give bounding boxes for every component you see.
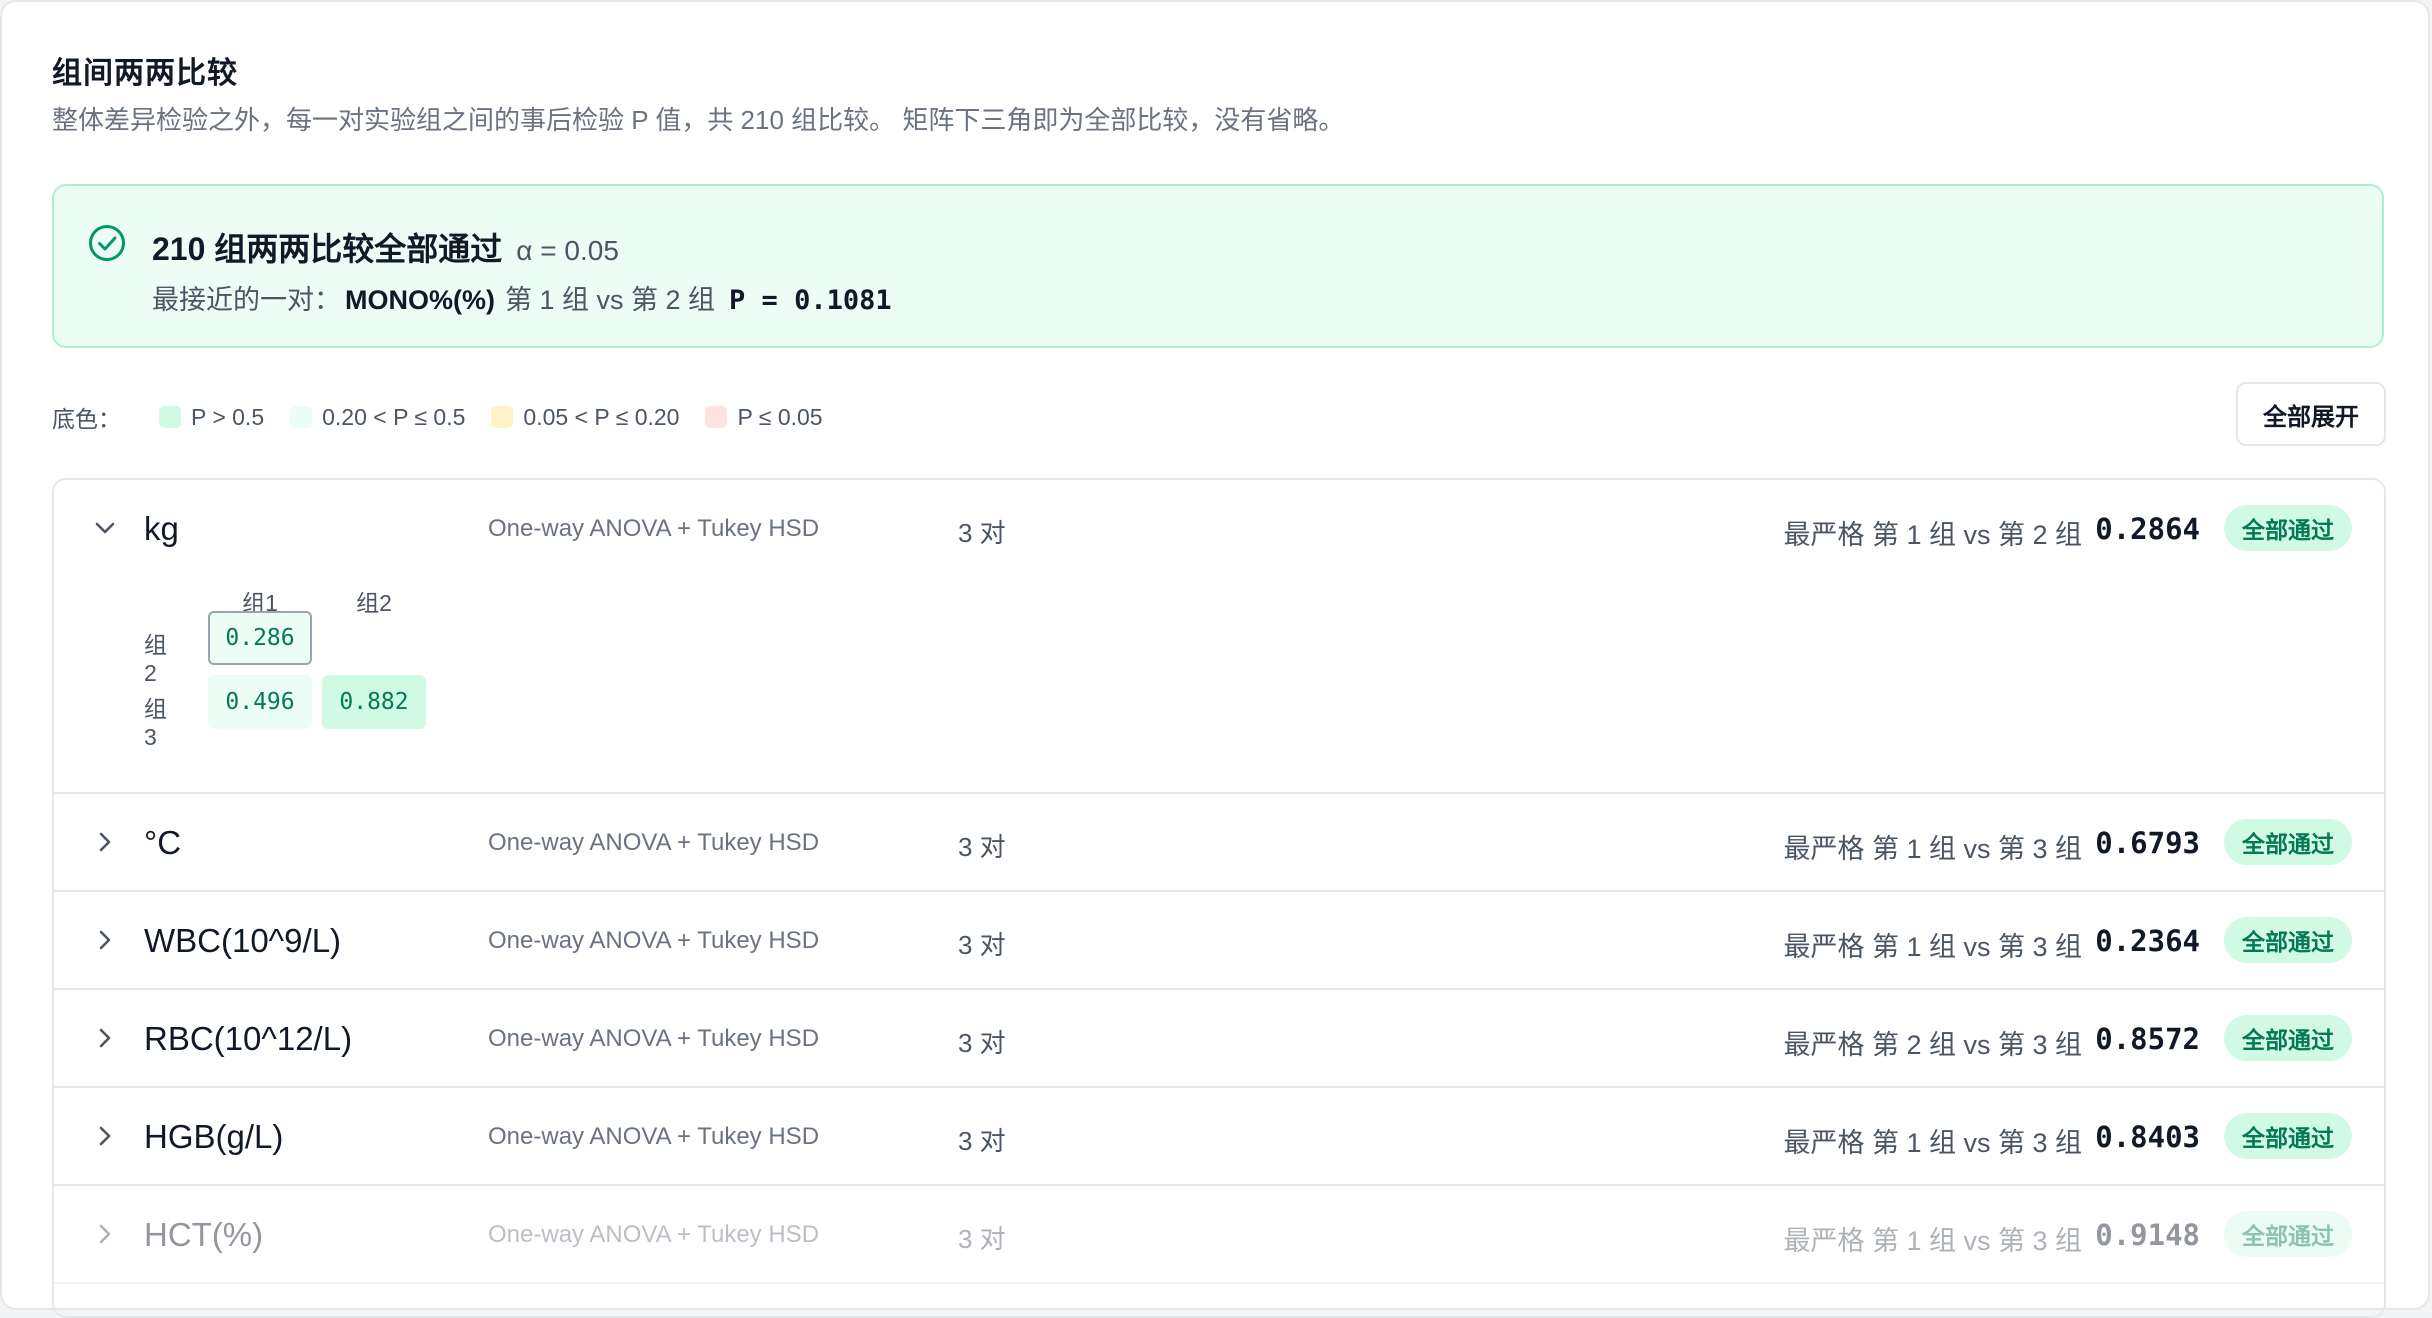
min-p-value: 0.6793 [2095, 826, 2200, 860]
strictest-pair: 最严格 第 2 组 vs 第 3 组 [1783, 1030, 2082, 1060]
status-badge: 全部通过 [2224, 917, 2352, 963]
test-method: One-way ANOVA + Tukey HSD [488, 1123, 820, 1150]
section-title: 组间两两比较 [52, 57, 238, 90]
min-p-value: 0.9148 [2095, 1218, 2200, 1252]
chevron-right-icon[interactable] [90, 1121, 120, 1151]
matrix-row-header: 组3 [144, 696, 167, 750]
matrix-col-header: 组2 [356, 590, 392, 616]
closest-metric: MONO%(%) [345, 285, 495, 315]
status-badge: 全部通过 [2224, 1211, 2352, 1257]
legend-item: 0.20 < P ≤ 0.5 [290, 404, 465, 431]
pair-count: 3 对 [958, 518, 1006, 548]
metric-name: HGB(g/L) [144, 1118, 284, 1155]
metric-row-kg: kg One-way ANOVA + Tukey HSD 3 对 最严格 第 1… [54, 480, 2384, 794]
legend-swatch [159, 406, 181, 428]
metric-row: °C One-way ANOVA + Tukey HSD 3 对 最严格 第 1… [54, 794, 2384, 892]
chevron-down-icon[interactable] [90, 513, 120, 543]
legend-text: 0.05 < P ≤ 0.20 [523, 403, 680, 430]
test-method: One-way ANOVA + Tukey HSD [488, 829, 820, 856]
alert-title: 210 组两两比较全部通过 α = 0.05 [152, 224, 619, 270]
min-p-value: 0.8572 [2095, 1022, 2200, 1056]
closest-pair: 第 1 组 vs 第 2 组 [505, 285, 716, 315]
test-method: One-way ANOVA + Tukey HSD [488, 1025, 820, 1052]
status-badge: 全部通过 [2224, 505, 2352, 551]
metric-row: WBC(10^9/L) One-way ANOVA + Tukey HSD 3 … [54, 892, 2384, 990]
pair-count: 3 对 [958, 930, 1006, 960]
metric-row-header[interactable]: WBC(10^9/L) One-way ANOVA + Tukey HSD 3 … [54, 892, 2384, 988]
matrix-cell[interactable]: 0.882 [322, 675, 426, 729]
metric-row-header[interactable]: kg One-way ANOVA + Tukey HSD 3 对 最严格 第 1… [54, 480, 2384, 576]
metric-row-header[interactable]: HGB(g/L) One-way ANOVA + Tukey HSD 3 对 最… [54, 1088, 2384, 1184]
closest-label: 最接近的一对： [152, 285, 341, 315]
legend-text: P > 0.5 [191, 403, 265, 430]
legend-swatch [491, 406, 514, 428]
expand-all-button[interactable]: 全部展开 [2236, 382, 2386, 446]
pairwise-comparison-card: 组间两两比较 整体差异检验之外，每一对实验组之间的事后检验 P 值，共 210 … [0, 0, 2430, 1318]
matrix-cell[interactable]: 0.496 [208, 675, 312, 729]
metric-name: WBC(10^9/L) [144, 922, 342, 959]
legend-swatch [290, 406, 313, 428]
alert-closest-pair: 最接近的一对： MONO%(%) 第 1 组 vs 第 2 组 P = 0.1081 [152, 278, 892, 317]
test-method: One-way ANOVA + Tukey HSD [488, 927, 820, 954]
success-alert: 210 组两两比较全部通过 α = 0.05 最接近的一对： MONO%(%) 第 1… [52, 184, 2384, 348]
metric-row-header[interactable]: HCT(%) One-way ANOVA + Tukey HSD 3 对 最严格… [54, 1186, 2384, 1282]
chevron-right-icon[interactable] [90, 1023, 120, 1053]
metric-name: kg [144, 510, 179, 547]
metric-name: HCT(%) [144, 1216, 264, 1253]
legend-item: 0.05 < P ≤ 0.20 [491, 404, 679, 431]
metric-row: RBC(10^12/L) One-way ANOVA + Tukey HSD 3… [54, 990, 2384, 1088]
chevron-right-icon[interactable] [90, 827, 120, 857]
metric-row: HGB(g/L) One-way ANOVA + Tukey HSD 3 对 最… [54, 1088, 2384, 1186]
pair-count: 3 对 [958, 1028, 1006, 1058]
test-method: One-way ANOVA + Tukey HSD [488, 1221, 820, 1248]
strictest-pair: 最严格 第 1 组 vs 第 3 组 [1783, 834, 2082, 864]
metric-row: HCT(%) One-way ANOVA + Tukey HSD 3 对 最严格… [54, 1186, 2384, 1284]
legend-item: P ≤ 0.05 [705, 403, 823, 431]
min-p-value: 0.2364 [2095, 924, 2200, 958]
strictest-pair: 最严格 第 1 组 vs 第 2 组 [1783, 520, 2082, 550]
strictest-pair: 最严格 第 1 组 vs 第 3 组 [1783, 932, 2082, 962]
color-legend: 底色： P > 0.5 0.20 < P ≤ 0.5 0.05 < P ≤ 0.… [52, 400, 849, 434]
pair-count: 3 对 [958, 1224, 1006, 1254]
strictest-pair: 最严格 第 1 组 vs 第 3 组 [1783, 1128, 2082, 1158]
matrix-row-header: 组2 [144, 632, 167, 686]
strictest-pair: 最严格 第 1 组 vs 第 3 组 [1783, 1226, 2082, 1256]
legend-text: 0.20 < P ≤ 0.5 [322, 403, 466, 430]
alert-alpha: α = 0.05 [516, 235, 619, 266]
legend-label: 底色： [52, 406, 121, 432]
chevron-right-icon[interactable] [90, 1219, 120, 1249]
metric-name: °C [144, 824, 182, 861]
pair-count: 3 对 [958, 1126, 1006, 1156]
legend-item: P > 0.5 [159, 404, 264, 431]
min-p-value: 0.2864 [2095, 512, 2200, 546]
status-badge: 全部通过 [2224, 1015, 2352, 1061]
status-badge: 全部通过 [2224, 1113, 2352, 1159]
metric-name: RBC(10^12/L) [144, 1020, 353, 1057]
metric-list: kg One-way ANOVA + Tukey HSD 3 对 最严格 第 1… [52, 478, 2386, 1318]
check-circle-icon [89, 225, 125, 261]
min-p-value: 0.8403 [2095, 1120, 2200, 1154]
alert-title-text: 210 组两两比较全部通过 [152, 231, 503, 267]
pair-count: 3 对 [958, 832, 1006, 862]
legend-swatch [705, 406, 728, 428]
section-description: 整体差异检验之外，每一对实验组之间的事后检验 P 值，共 210 组比较。 矩阵… [52, 105, 1345, 135]
matrix-cell[interactable]: 0.286 [208, 611, 312, 665]
closest-p-value: P = 0.1081 [729, 285, 892, 316]
test-method: One-way ANOVA + Tukey HSD [488, 515, 820, 542]
status-badge: 全部通过 [2224, 819, 2352, 865]
chevron-right-icon[interactable] [90, 925, 120, 955]
legend-text: P ≤ 0.05 [737, 403, 823, 430]
metric-row-header[interactable]: RBC(10^12/L) One-way ANOVA + Tukey HSD 3… [54, 990, 2384, 1086]
metric-row-header[interactable]: °C One-way ANOVA + Tukey HSD 3 对 最严格 第 1… [54, 794, 2384, 890]
